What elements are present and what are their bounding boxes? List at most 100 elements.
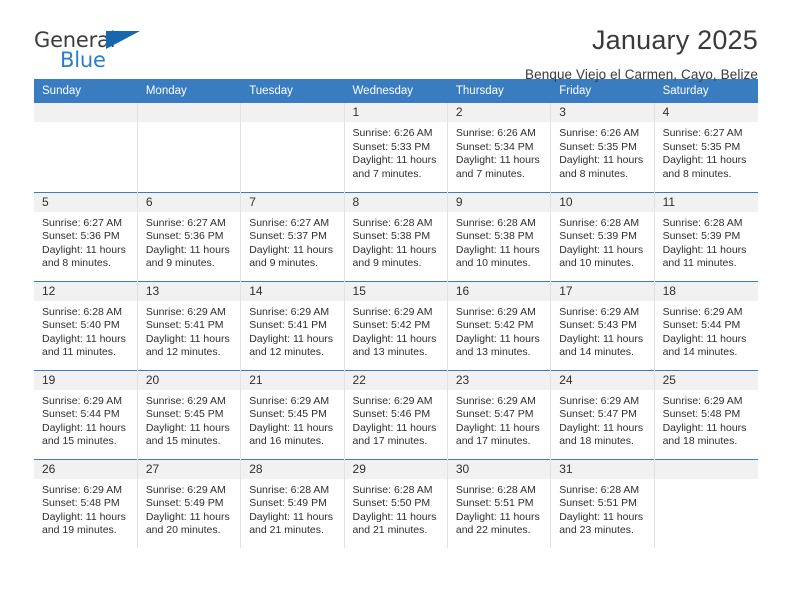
day-number: 5 [34,192,137,212]
calendar-body: 1 Sunrise: 6:26 AM Sunset: 5:33 PM Daylight… [34,103,758,548]
calendar-day-cell[interactable]: 5 Sunrise: 6:27 AM Sunset: 5:36 PM Daylight… [34,191,138,281]
day-sun-info: Sunrise: 6:29 AM Sunset: 5:41 PM Daylight:… [241,301,343,360]
sunset-text: Sunset: 5:44 PM [42,408,120,421]
calendar-day-cell[interactable]: 26 Sunrise: 6:29 AM Sunset: 5:48 PM Dayligh… [34,458,138,548]
calendar-day-cell[interactable]: 9 Sunrise: 6:28 AM Sunset: 5:38 PM Daylight… [447,191,552,281]
calendar-page: General Blue January 2025 Benque Viejo e… [0,0,792,612]
day-sun-info: Sunrise: 6:28 AM Sunset: 5:39 PM Daylight:… [551,212,653,271]
page-subtitle: Benque Viejo el Carmen, Cayo, Belize [525,66,758,82]
calendar-day-cell[interactable]: 1 Sunrise: 6:26 AM Sunset: 5:33 PM Daylight… [344,103,448,192]
sunset-text: Sunset: 5:40 PM [42,319,120,332]
day-sun-info: Sunrise: 6:27 AM Sunset: 5:36 PM Daylight:… [138,212,240,271]
sunset-text: Sunset: 5:46 PM [352,408,431,421]
daylight-text: Daylight: 11 hours and 18 minutes. [662,421,747,448]
day-sun-info: Sunrise: 6:27 AM Sunset: 5:36 PM Daylight:… [34,212,137,271]
daylight-text: Daylight: 11 hours and 9 minutes. [352,243,437,270]
sunrise-text: Sunrise: 6:29 AM [145,394,226,407]
daylight-text: Daylight: 11 hours and 14 minutes. [662,332,747,359]
day-number: 15 [344,281,447,301]
calendar-week-row: 5 Sunrise: 6:27 AM Sunset: 5:36 PM Daylight… [34,191,758,281]
calendar-day-cell[interactable]: 24 Sunrise: 6:29 AM Sunset: 5:47 PM Dayligh… [550,369,655,459]
daylight-text: Daylight: 11 hours and 15 minutes. [42,421,126,448]
daylight-text: Daylight: 11 hours and 7 minutes. [455,154,540,180]
weekday-header-row: Sunday Monday Tuesday Wednesday Thursday… [34,79,759,103]
page-header: General Blue January 2025 Benque Viejo e… [34,0,758,81]
weekday-header-tuesday: Tuesday [240,79,345,103]
sunset-text: Sunset: 5:43 PM [559,319,637,332]
sunset-text: Sunset: 5:48 PM [662,408,741,421]
day-sun-info: Sunrise: 6:28 AM Sunset: 5:49 PM Daylight:… [241,479,343,538]
calendar-day-cell[interactable]: 23 Sunrise: 6:29 AM Sunset: 5:47 PM Dayligh… [447,369,552,459]
day-number: 18 [654,281,758,301]
calendar-week-row: 19 Sunrise: 6:29 AM Sunset: 5:44 PM Dayligh… [34,369,758,459]
calendar-day-cell[interactable]: 12 Sunrise: 6:28 AM Sunset: 5:40 PM Dayligh… [34,280,138,370]
calendar-day-cell[interactable]: 22 Sunrise: 6:29 AM Sunset: 5:46 PM Dayligh… [344,369,448,459]
daylight-text: Daylight: 11 hours and 17 minutes. [352,421,437,448]
calendar-day-cell[interactable]: 27 Sunrise: 6:29 AM Sunset: 5:49 PM Dayligh… [137,458,242,548]
day-number: 6 [137,192,241,212]
calendar-day-cell[interactable]: 21 Sunrise: 6:29 AM Sunset: 5:45 PM Dayligh… [240,369,345,459]
calendar-day-cell[interactable]: 19 Sunrise: 6:29 AM Sunset: 5:44 PM Dayligh… [34,369,138,459]
calendar-day-cell[interactable]: 14 Sunrise: 6:29 AM Sunset: 5:41 PM Dayligh… [240,280,345,370]
day-sun-info: Sunrise: 6:26 AM Sunset: 5:34 PM Daylight:… [448,122,550,181]
calendar-day-cell[interactable]: 6 Sunrise: 6:27 AM Sunset: 5:36 PM Daylight… [137,191,242,281]
calendar-day-cell[interactable]: 20 Sunrise: 6:29 AM Sunset: 5:45 PM Dayligh… [137,369,242,459]
calendar-day-cell-empty [654,458,758,548]
daylight-text: Daylight: 11 hours and 15 minutes. [145,421,230,448]
logo-text-blue: Blue [60,48,106,72]
day-number: 17 [551,281,654,301]
sunrise-text: Sunrise: 6:28 AM [662,216,743,229]
day-number: 7 [241,192,344,212]
day-number: 19 [34,370,137,390]
sunset-text: Sunset: 5:45 PM [145,408,224,421]
calendar-day-cell[interactable]: 8 Sunrise: 6:28 AM Sunset: 5:38 PM Daylight… [344,191,448,281]
sunrise-text: Sunrise: 6:28 AM [455,483,536,496]
calendar-day-cell[interactable]: 29 Sunrise: 6:28 AM Sunset: 5:50 PM Dayligh… [344,458,448,548]
calendar-day-cell[interactable]: 30 Sunrise: 6:28 AM Sunset: 5:51 PM Dayligh… [447,458,552,548]
sunrise-text: Sunrise: 6:29 AM [455,305,536,318]
sunset-text: Sunset: 5:49 PM [145,497,224,510]
sunrise-text: Sunrise: 6:28 AM [559,483,640,496]
calendar-day-cell[interactable]: 16 Sunrise: 6:29 AM Sunset: 5:42 PM Dayligh… [447,280,552,370]
daylight-text: Daylight: 11 hours and 17 minutes. [455,421,540,448]
day-number: 14 [241,281,344,301]
sunrise-text: Sunrise: 6:29 AM [662,394,743,407]
day-sun-info: Sunrise: 6:29 AM Sunset: 5:49 PM Daylight:… [138,479,240,538]
daylight-text: Daylight: 11 hours and 10 minutes. [455,243,540,270]
sunrise-text: Sunrise: 6:26 AM [455,127,536,139]
calendar-day-cell[interactable]: 7 Sunrise: 6:27 AM Sunset: 5:37 PM Daylight… [240,191,345,281]
generalblue-logo[interactable]: General Blue [34,26,154,78]
calendar-day-cell[interactable]: 4 Sunrise: 6:27 AM Sunset: 5:35 PM Daylight… [654,103,758,192]
sunrise-text: Sunrise: 6:29 AM [352,394,433,407]
sunset-text: Sunset: 5:39 PM [559,230,637,243]
calendar-day-cell[interactable]: 10 Sunrise: 6:28 AM Sunset: 5:39 PM Dayligh… [550,191,655,281]
calendar-day-cell[interactable]: 17 Sunrise: 6:29 AM Sunset: 5:43 PM Dayligh… [550,280,655,370]
calendar-day-cell[interactable]: 28 Sunrise: 6:28 AM Sunset: 5:49 PM Dayligh… [240,458,345,548]
day-sun-info: Sunrise: 6:29 AM Sunset: 5:45 PM Daylight:… [138,390,240,449]
calendar-day-cell[interactable]: 18 Sunrise: 6:29 AM Sunset: 5:44 PM Dayligh… [654,280,758,370]
calendar-day-cell[interactable]: 25 Sunrise: 6:29 AM Sunset: 5:48 PM Dayligh… [654,369,758,459]
sunrise-text: Sunrise: 6:28 AM [352,483,433,496]
calendar-day-cell[interactable]: 13 Sunrise: 6:29 AM Sunset: 5:41 PM Dayligh… [137,280,242,370]
daylight-text: Daylight: 11 hours and 9 minutes. [145,243,230,270]
sunrise-text: Sunrise: 6:29 AM [42,394,122,407]
weekday-header-friday: Friday [550,79,655,103]
calendar-day-cell[interactable]: 2 Sunrise: 6:26 AM Sunset: 5:34 PM Daylight… [447,103,552,192]
day-sun-info: Sunrise: 6:29 AM Sunset: 5:45 PM Daylight:… [241,390,343,449]
sunrise-text: Sunrise: 6:26 AM [559,127,640,139]
day-number: 22 [344,370,447,390]
calendar-day-cell[interactable]: 3 Sunrise: 6:26 AM Sunset: 5:35 PM Daylight… [550,103,655,192]
sunset-text: Sunset: 5:50 PM [352,497,431,510]
calendar-day-cell-empty [34,103,138,192]
calendar-day-cell[interactable]: 31 Sunrise: 6:28 AM Sunset: 5:51 PM Dayligh… [550,458,655,548]
day-sun-info: Sunrise: 6:29 AM Sunset: 5:46 PM Daylight:… [345,390,447,449]
daylight-text: Daylight: 11 hours and 9 minutes. [249,243,334,270]
day-number: 9 [447,192,551,212]
calendar-day-cell[interactable]: 11 Sunrise: 6:28 AM Sunset: 5:39 PM Dayligh… [654,191,758,281]
calendar-week-row: 12 Sunrise: 6:28 AM Sunset: 5:40 PM Dayligh… [34,280,758,370]
sunrise-text: Sunrise: 6:28 AM [455,216,536,229]
day-sun-info: Sunrise: 6:27 AM Sunset: 5:35 PM Daylight:… [655,122,758,181]
sunrise-text: Sunrise: 6:29 AM [145,483,226,496]
sunset-text: Sunset: 5:36 PM [42,230,120,243]
calendar-day-cell[interactable]: 15 Sunrise: 6:29 AM Sunset: 5:42 PM Dayligh… [344,280,448,370]
